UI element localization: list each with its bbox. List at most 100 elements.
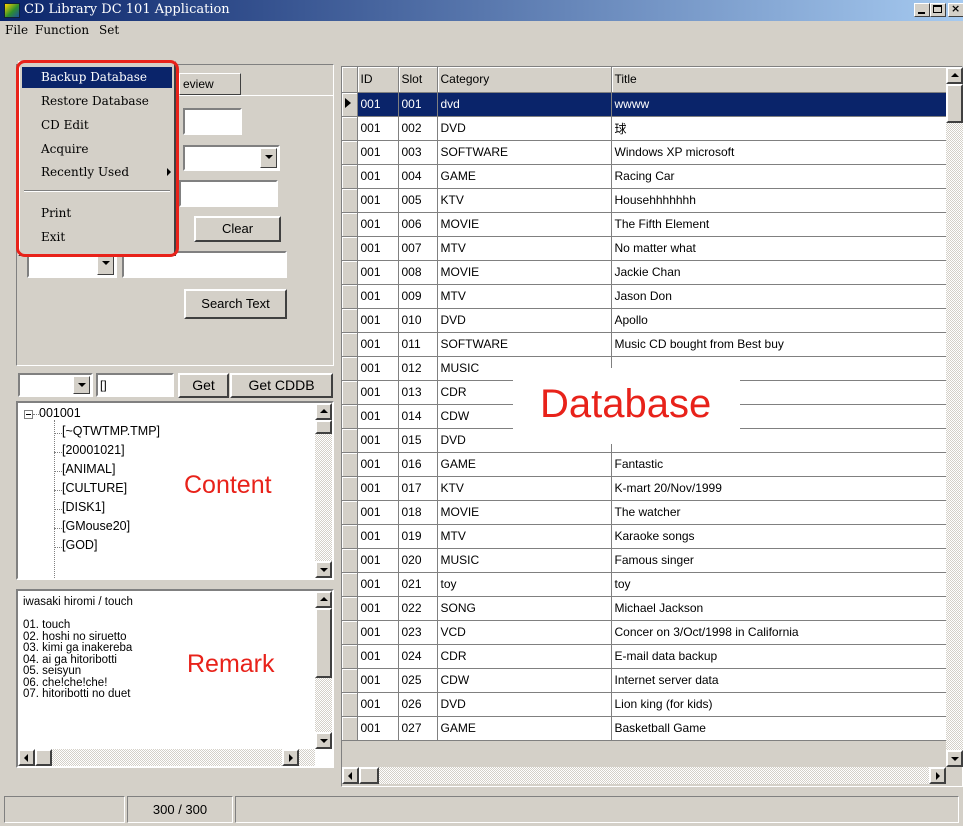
tab-preview[interactable]: eview	[179, 73, 241, 95]
table-cell[interactable]: 001	[357, 548, 399, 573]
combo-1-arrow-icon[interactable]	[260, 148, 277, 168]
cddb-combo-arrow-icon[interactable]	[73, 376, 90, 394]
title-bar[interactable]: CD Library DC 101 Application ×	[0, 0, 963, 21]
row-selector[interactable]	[342, 692, 358, 717]
table-cell[interactable]: Concer on 3/Oct/1998 in California	[611, 620, 949, 645]
remark-hscroll[interactable]	[18, 749, 315, 766]
row-selector[interactable]	[342, 428, 358, 453]
table-cell[interactable]: 001	[357, 260, 399, 285]
tree-root[interactable]: 001001	[39, 406, 81, 420]
table-cell[interactable]: 005	[398, 188, 438, 213]
table-cell[interactable]: 019	[398, 524, 438, 549]
close-button[interactable]: ×	[948, 2, 963, 17]
column-header[interactable]: Category	[437, 67, 612, 93]
table-row[interactable]: 001 025 CDW Internet server data	[342, 668, 949, 693]
grid-vscroll[interactable]	[946, 67, 963, 767]
table-cell[interactable]: 001	[357, 212, 399, 237]
tree-node[interactable]: [~QTWTMP.TMP]	[62, 424, 160, 438]
collapse-icon[interactable]	[24, 410, 33, 419]
header-corner[interactable]	[342, 67, 358, 93]
table-cell[interactable]: KTV	[437, 188, 612, 213]
text-field-2[interactable]	[179, 180, 278, 207]
minimize-button[interactable]	[914, 3, 930, 17]
table-cell[interactable]: toy	[437, 572, 612, 597]
table-cell[interactable]: 001	[357, 404, 399, 429]
table-row[interactable]: 001 018 MOVIE The watcher	[342, 500, 949, 525]
tree-scroll-up-icon[interactable]	[315, 403, 332, 420]
table-cell[interactable]: 027	[398, 716, 438, 741]
row-selector[interactable]	[342, 116, 358, 141]
table-cell[interactable]: Lion king (for kids)	[611, 692, 949, 717]
combo-1[interactable]	[183, 145, 280, 171]
table-cell[interactable]: 001	[357, 236, 399, 261]
row-selector[interactable]	[342, 212, 358, 237]
table-cell[interactable]: 004	[398, 164, 438, 189]
table-cell[interactable]: Fantastic	[611, 452, 949, 477]
tree-scroll-thumb[interactable]	[315, 420, 332, 434]
table-cell[interactable]: 001	[357, 620, 399, 645]
table-row[interactable]: 001 006 MOVIE The Fifth Element	[342, 212, 949, 237]
table-row[interactable]: 001 019 MTV Karaoke songs	[342, 524, 949, 549]
row-selector[interactable]	[342, 620, 358, 645]
table-cell[interactable]: 001	[357, 716, 399, 741]
table-cell[interactable]: 024	[398, 644, 438, 669]
row-selector[interactable]	[342, 332, 358, 357]
table-cell[interactable]: Apollo	[611, 308, 949, 333]
grid-hscroll[interactable]	[342, 767, 946, 784]
table-cell[interactable]: wwww	[611, 92, 949, 117]
row-selector[interactable]	[342, 452, 358, 477]
table-cell[interactable]: The Fifth Element	[611, 212, 949, 237]
table-cell[interactable]: 001	[398, 92, 438, 117]
table-cell[interactable]: CDW	[437, 668, 612, 693]
table-cell[interactable]: 002	[398, 116, 438, 141]
table-cell[interactable]: 001	[357, 284, 399, 309]
table-cell[interactable]: 006	[398, 212, 438, 237]
row-selector[interactable]	[342, 140, 358, 165]
menu-item-backup-database[interactable]: Backup Database	[22, 67, 172, 88]
table-cell[interactable]: CDR	[437, 644, 612, 669]
table-cell[interactable]: DVD	[437, 116, 612, 141]
table-cell[interactable]: The watcher	[611, 500, 949, 525]
row-selector[interactable]	[342, 308, 358, 333]
table-cell[interactable]: 014	[398, 404, 438, 429]
table-row[interactable]: 001 007 MTV No matter what	[342, 236, 949, 261]
table-row[interactable]: 001 003 SOFTWARE Windows XP microsoft	[342, 140, 949, 165]
grid-scroll-thumb[interactable]	[946, 84, 963, 123]
cddb-input[interactable]: []	[96, 373, 174, 397]
table-cell[interactable]: 020	[398, 548, 438, 573]
table-cell[interactable]: 026	[398, 692, 438, 717]
table-cell[interactable]: 008	[398, 260, 438, 285]
table-cell[interactable]: 003	[398, 140, 438, 165]
table-cell[interactable]: 001	[357, 452, 399, 477]
table-cell[interactable]: 001	[357, 140, 399, 165]
clear-button[interactable]: Clear	[194, 216, 281, 242]
table-cell[interactable]: MTV	[437, 236, 612, 261]
table-cell[interactable]: 007	[398, 236, 438, 261]
table-row[interactable]: 001 027 GAME Basketball Game	[342, 716, 949, 741]
table-cell[interactable]: Jackie Chan	[611, 260, 949, 285]
remark-box[interactable]: iwasaki hiromi / touch 01. touch 02. hos…	[16, 589, 334, 768]
row-selector[interactable]	[342, 356, 358, 381]
table-cell[interactable]: 001	[357, 524, 399, 549]
table-cell[interactable]: 001	[357, 476, 399, 501]
menu-item-recently-used[interactable]: Recently Used	[22, 162, 172, 183]
row-selector[interactable]	[342, 524, 358, 549]
table-cell[interactable]: 001	[357, 644, 399, 669]
table-cell[interactable]: 001	[357, 668, 399, 693]
table-row[interactable]: 001 020 MUSIC Famous singer	[342, 548, 949, 573]
table-cell[interactable]: 001	[357, 188, 399, 213]
table-cell[interactable]: DVD	[437, 692, 612, 717]
remark-hscroll-thumb[interactable]	[35, 749, 52, 766]
table-cell[interactable]: 001	[357, 356, 399, 381]
table-row[interactable]: 001 022 SONG Michael Jackson	[342, 596, 949, 621]
grid-hscroll-thumb[interactable]	[359, 767, 379, 784]
table-cell[interactable]: MOVIE	[437, 500, 612, 525]
remark-scroll-right-icon[interactable]	[282, 749, 299, 766]
row-selector[interactable]	[342, 500, 358, 525]
menu-set[interactable]: Set	[99, 23, 119, 37]
row-selector[interactable]	[342, 572, 358, 597]
table-cell[interactable]: Jason Don	[611, 284, 949, 309]
tree-scroll-down-icon[interactable]	[315, 561, 332, 578]
table-cell[interactable]: 009	[398, 284, 438, 309]
table-row[interactable]: 001 010 DVD Apollo	[342, 308, 949, 333]
